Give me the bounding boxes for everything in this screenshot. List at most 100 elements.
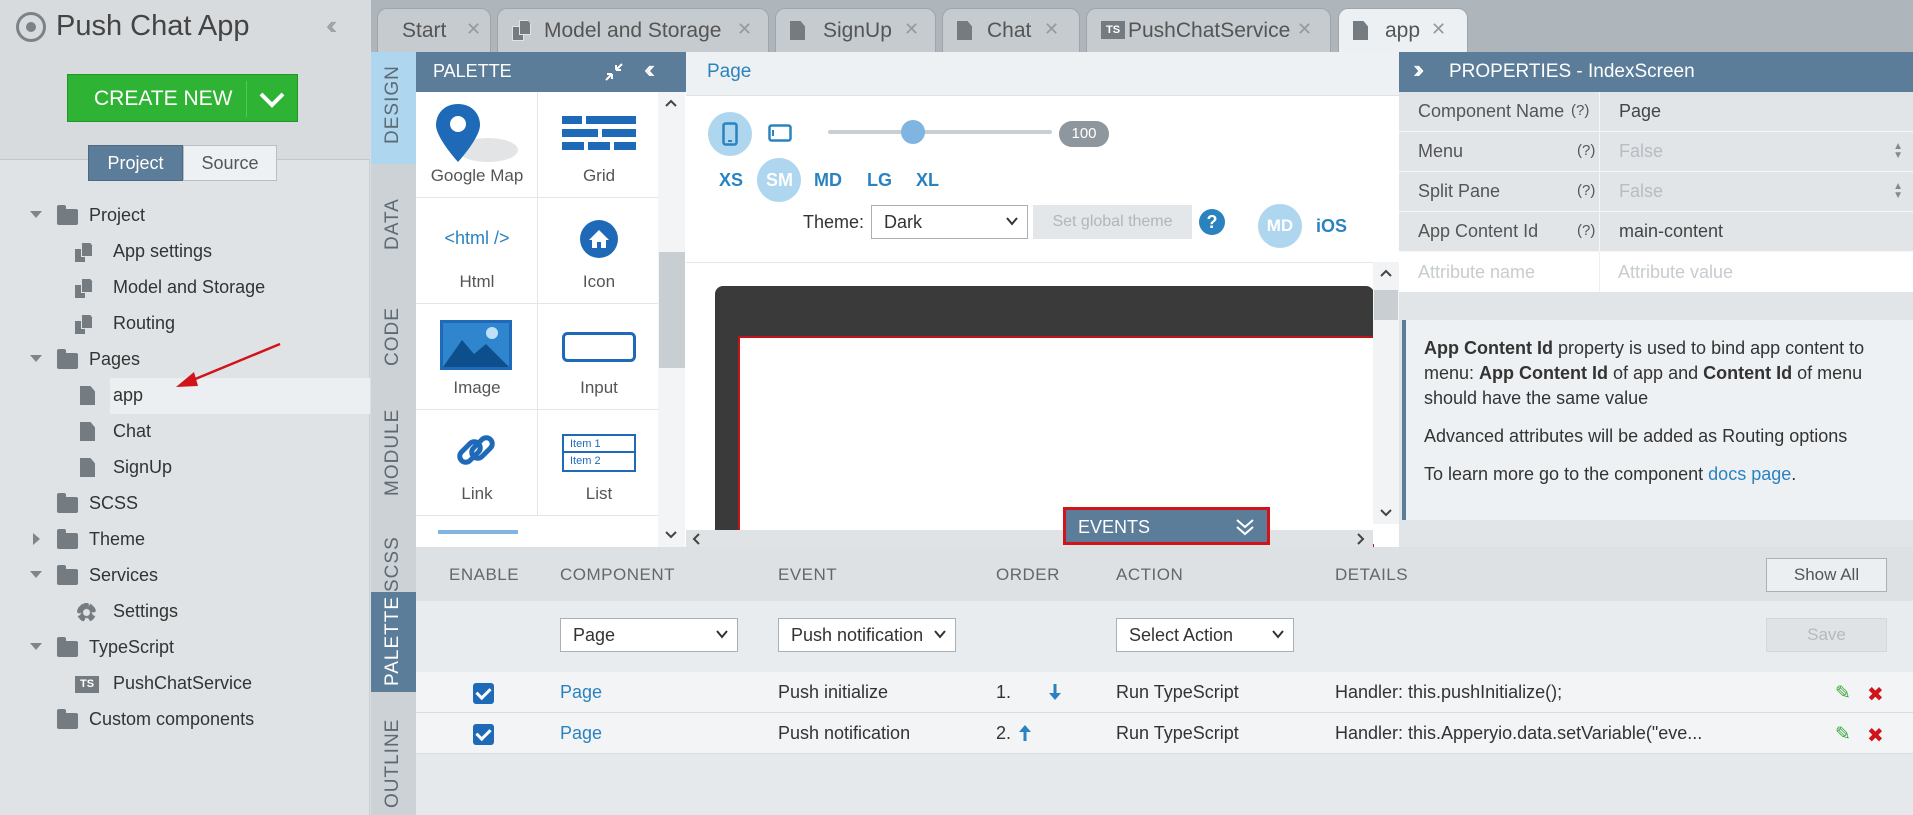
breakpoint-xs[interactable]: XS <box>719 170 743 191</box>
platform-md-button[interactable]: MD <box>1258 204 1302 248</box>
component-select[interactable]: Page <box>560 618 738 652</box>
scroll-right-icon[interactable] <box>1356 533 1366 545</box>
tree-item-pushchatservice[interactable]: TS PushChatService <box>0 666 370 702</box>
menu-select[interactable]: False ▲ ▼ <box>1599 132 1913 171</box>
expand-arrow-icon[interactable] <box>30 211 42 218</box>
events-panel-toggle[interactable]: EVENTS <box>1063 507 1270 545</box>
edit-pencil-icon[interactable]: ✎ <box>1835 723 1851 746</box>
help-icon[interactable]: (?) <box>1577 142 1595 159</box>
side-tab-outline[interactable]: OUTLINE <box>371 712 416 812</box>
breakpoint-sm[interactable]: SM <box>766 170 793 191</box>
enable-checkbox[interactable] <box>473 724 494 745</box>
help-icon[interactable]: (?) <box>1577 222 1595 239</box>
palette-item-icon[interactable]: Icon <box>538 198 660 304</box>
delete-icon[interactable]: ✖ <box>1867 682 1884 707</box>
close-icon[interactable]: ✕ <box>1297 19 1312 40</box>
event-component-link[interactable]: Page <box>560 682 602 703</box>
page-screen-selected[interactable] <box>738 336 1374 546</box>
expand-arrow-icon[interactable] <box>30 571 42 578</box>
collapse-palette-icon[interactable]: ‹‹ <box>644 54 656 85</box>
platform-ios-button[interactable]: iOS <box>1316 216 1347 237</box>
event-select[interactable]: Push notification <box>778 618 956 652</box>
split-pane-select[interactable]: False ▲ ▼ <box>1599 172 1913 211</box>
help-icon[interactable]: (?) <box>1571 102 1589 119</box>
tree-item-typescript[interactable]: TypeScript <box>0 630 370 666</box>
palette-scroll-thumb[interactable] <box>659 252 685 368</box>
show-all-button[interactable]: Show All <box>1766 558 1887 592</box>
create-new-button[interactable]: CREATE NEW <box>67 74 298 122</box>
palette-item-html[interactable]: <html /> Html <box>416 198 538 304</box>
zoom-slider-handle[interactable] <box>901 120 926 144</box>
set-global-theme-button[interactable]: Set global theme <box>1033 205 1192 239</box>
collapse-sidebar-icon[interactable]: ‹‹ <box>326 10 338 41</box>
tab-app[interactable]: app ✕ <box>1338 8 1468 53</box>
tablet-landscape-icon[interactable] <box>768 124 792 142</box>
component-name-field[interactable]: Page <box>1599 92 1913 131</box>
delete-icon[interactable]: ✖ <box>1867 723 1884 748</box>
scroll-up-icon[interactable] <box>1380 268 1392 278</box>
help-icon[interactable]: (?) <box>1577 182 1595 199</box>
app-content-id-field[interactable]: main-content <box>1599 212 1913 251</box>
scroll-up-icon[interactable] <box>665 98 677 108</box>
tree-item-app-settings[interactable]: App settings <box>0 234 370 270</box>
expand-arrow-icon[interactable] <box>30 643 42 650</box>
tab-chat[interactable]: Chat ✕ <box>942 8 1080 52</box>
expand-arrow-icon[interactable] <box>33 533 40 545</box>
side-tab-scss[interactable]: SCSS <box>371 530 416 600</box>
tree-item-model-and-storage[interactable]: Model and Storage <box>0 270 370 306</box>
tree-item-project[interactable]: Project <box>0 198 370 234</box>
attribute-name-input[interactable]: Attribute name <box>1418 262 1535 283</box>
close-icon[interactable]: ✕ <box>737 19 752 40</box>
palette-item-input[interactable]: Input <box>538 304 660 410</box>
enable-checkbox[interactable] <box>473 683 494 704</box>
tree-item-scss[interactable]: SCSS <box>0 486 370 522</box>
expand-arrow-icon[interactable] <box>30 355 42 362</box>
canvas-scroll-thumb[interactable] <box>1374 290 1398 320</box>
tree-item-chat[interactable]: Chat <box>0 414 370 450</box>
docs-page-link[interactable]: docs page <box>1708 464 1791 484</box>
phone-view-button[interactable] <box>708 112 752 156</box>
scroll-left-icon[interactable] <box>691 533 701 545</box>
side-tab-data[interactable]: DATA <box>371 180 416 260</box>
tree-item-signup[interactable]: SignUp <box>0 450 370 486</box>
palette-item-grid[interactable]: Grid <box>538 92 660 198</box>
help-icon[interactable]: ? <box>1199 209 1225 235</box>
source-view-toggle[interactable]: Source <box>183 145 277 181</box>
collapse-arrows-icon[interactable] <box>604 62 624 82</box>
project-view-toggle[interactable]: Project <box>88 145 183 181</box>
attribute-value-input[interactable]: Attribute value <box>1618 262 1733 283</box>
close-icon[interactable]: ✕ <box>904 19 919 40</box>
event-component-link[interactable]: Page <box>560 723 602 744</box>
page-breadcrumb[interactable]: Page <box>707 61 751 83</box>
close-icon[interactable]: ✕ <box>1431 19 1446 40</box>
move-down-icon[interactable] <box>1048 683 1062 701</box>
breakpoint-lg[interactable]: LG <box>867 170 892 191</box>
palette-item-image[interactable]: Image <box>416 304 538 410</box>
tree-item-settings[interactable]: Settings <box>0 594 370 630</box>
tree-item-routing[interactable]: Routing <box>0 306 370 342</box>
side-tab-module[interactable]: MODULE <box>371 400 416 500</box>
tab-model-and-storage[interactable]: Model and Storage ✕ <box>497 8 769 52</box>
tab-pushchatservice[interactable]: TS PushChatService ✕ <box>1086 8 1331 52</box>
palette-item-link[interactable]: Link <box>416 410 538 516</box>
palette-item-list[interactable]: Item 1 Item 2 List <box>538 410 660 516</box>
chevron-down-icon[interactable] <box>258 89 286 109</box>
canvas-vertical-scrollbar[interactable] <box>1373 262 1399 524</box>
side-tab-design[interactable]: DESIGN <box>371 52 416 164</box>
tree-item-services[interactable]: Services <box>0 558 370 594</box>
edit-pencil-icon[interactable]: ✎ <box>1835 682 1851 705</box>
theme-select[interactable]: Dark <box>871 205 1028 239</box>
side-tab-palette[interactable]: PALETTE <box>371 592 416 692</box>
close-icon[interactable]: ✕ <box>1044 19 1059 40</box>
tab-start[interactable]: Start ✕ <box>377 8 491 52</box>
zoom-slider[interactable] <box>828 130 1052 134</box>
double-chevron-down-icon[interactable] <box>1234 517 1256 537</box>
tree-item-custom-components[interactable]: Custom components <box>0 702 370 738</box>
side-tab-code[interactable]: CODE <box>371 290 416 380</box>
scroll-down-icon[interactable] <box>665 530 677 540</box>
expand-properties-icon[interactable]: ›› <box>1413 54 1425 85</box>
palette-item-google-map[interactable]: Google Map <box>416 92 538 198</box>
tree-item-theme[interactable]: Theme <box>0 522 370 558</box>
tab-signup[interactable]: SignUp ✕ <box>775 8 936 52</box>
breakpoint-md[interactable]: MD <box>814 170 842 191</box>
